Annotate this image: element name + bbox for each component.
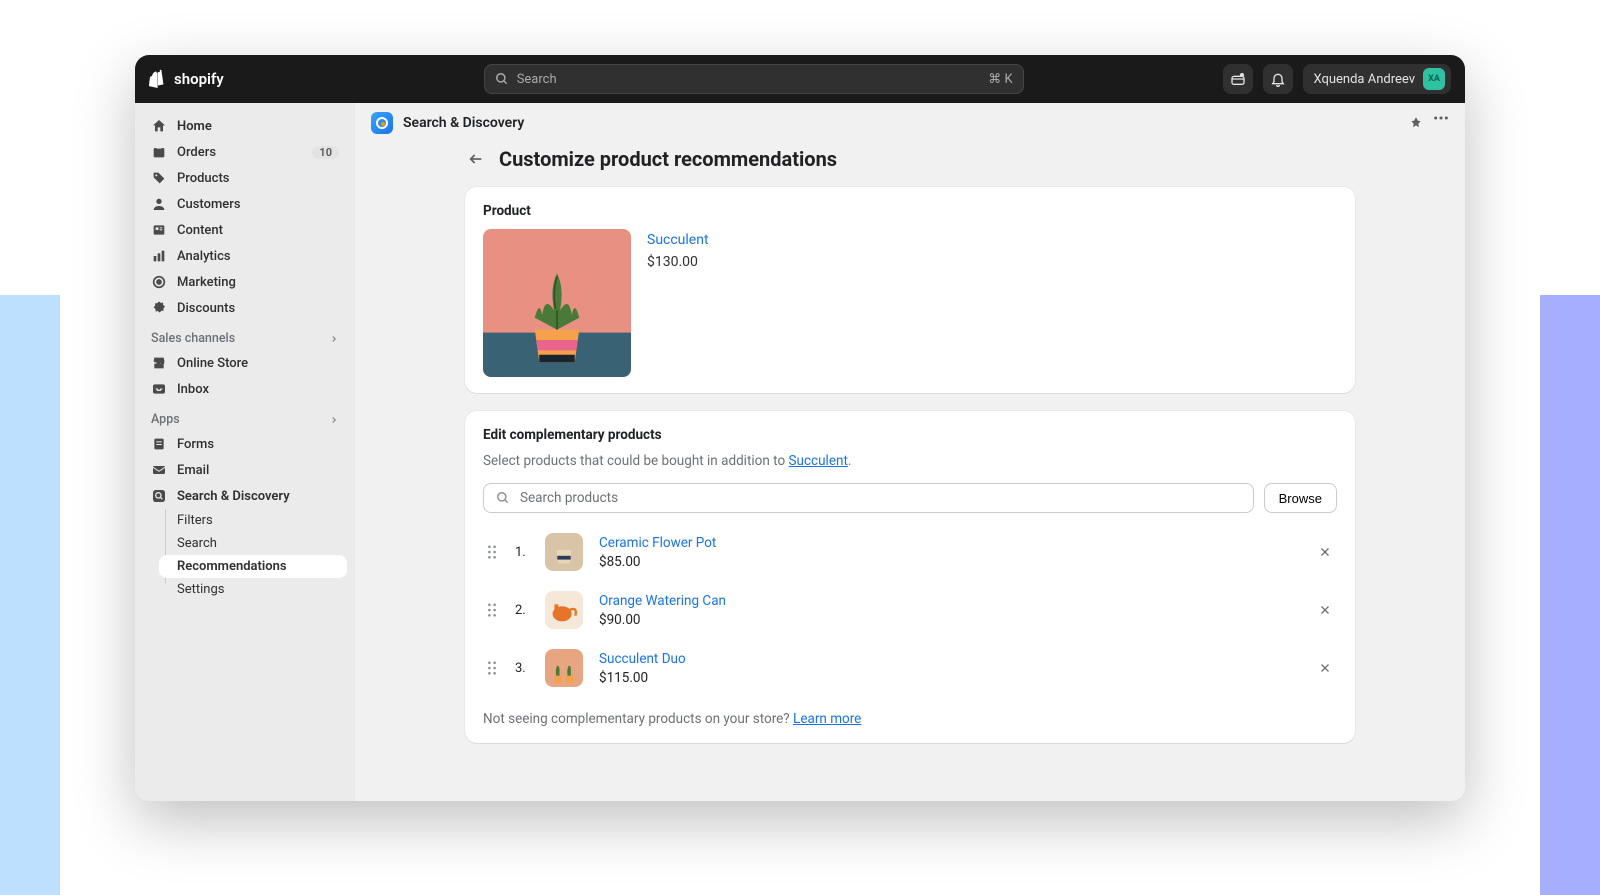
item-order: 3. [515,661,529,676]
nav-content[interactable]: Content [143,217,347,243]
nav-search-discovery[interactable]: Search & Discovery [143,483,347,509]
close-icon [1319,604,1331,616]
nav-online-store[interactable]: Online Store [143,350,347,376]
chevron-right-icon [329,415,339,425]
remove-button[interactable] [1317,660,1333,676]
nav-customers[interactable]: Customers [143,191,347,217]
item-link[interactable]: Ceramic Flower Pot [599,535,716,551]
remove-button[interactable] [1317,544,1333,560]
item-thumbnail [545,533,583,571]
complementary-heading: Edit complementary products [483,427,1337,443]
item-thumbnail [545,649,583,687]
complementary-item: 1. Ceramic Flower Pot $85.00 [483,523,1337,581]
user-name: Xquenda Andreev [1313,72,1415,87]
bell-icon[interactable] [1263,64,1293,94]
main-content: Search & Discovery Customize product rec… [355,103,1465,801]
drag-handle-icon[interactable] [487,661,499,675]
item-link[interactable]: Succulent Duo [599,651,686,667]
discount-icon [151,300,167,316]
product-image [483,229,631,377]
nav-email[interactable]: Email [143,457,347,483]
avatar: XA [1423,68,1445,90]
app-bar: Search & Discovery [355,103,1465,143]
drag-handle-icon[interactable] [487,603,499,617]
subnav-filters[interactable]: Filters [159,509,347,532]
complementary-item: 3. Succulent Duo $115.00 [483,639,1337,697]
forms-icon [151,436,167,452]
nav-discounts[interactable]: Discounts [143,295,347,321]
nav-orders[interactable]: Orders 10 [143,139,347,165]
close-icon [1319,546,1331,558]
complementary-card: Edit complementary products Select produ… [465,411,1355,743]
close-icon [1319,662,1331,674]
titlebar: shopify Search ⌘ K Xquenda Andreev XA [135,55,1465,103]
sales-channels-header[interactable]: Sales channels [143,321,347,350]
item-thumbnail [545,591,583,629]
page-title: Customize product recommendations [499,147,837,171]
more-icon[interactable] [1433,116,1449,120]
subnav-recommendations[interactable]: Recommendations [159,555,347,578]
item-order: 1. [515,545,529,560]
content-icon [151,222,167,238]
footer-note: Not seeing complementary products on you… [483,697,1337,727]
back-button[interactable] [465,148,487,170]
app-icon [371,112,393,134]
search-app-icon [151,488,167,504]
orders-icon [151,144,167,160]
inbox-icon [151,381,167,397]
app-window: shopify Search ⌘ K Xquenda Andreev XA [135,55,1465,801]
email-icon [151,462,167,478]
remove-button[interactable] [1317,602,1333,618]
item-price: $90.00 [599,612,726,628]
nav-products[interactable]: Products [143,165,347,191]
product-heading: Product [483,203,1337,219]
learn-more-link[interactable]: Learn more [793,711,861,727]
item-price: $115.00 [599,670,686,686]
complementary-item: 2. Orange Watering Can $90.00 [483,581,1337,639]
search-icon [496,491,510,505]
nav-inbox[interactable]: Inbox [143,376,347,402]
item-price: $85.00 [599,554,716,570]
subnav-settings[interactable]: Settings [159,578,347,601]
nav-home[interactable]: Home [143,113,347,139]
pin-icon[interactable] [1409,116,1423,130]
item-link[interactable]: Orange Watering Can [599,593,726,609]
product-card: Product Succulent $130.00 [465,187,1355,393]
arrow-left-icon [468,151,484,167]
chart-icon [151,248,167,264]
brand-name: shopify [174,70,224,88]
tag-icon [151,170,167,186]
user-menu[interactable]: Xquenda Andreev XA [1303,64,1451,94]
helper-text: Select products that could be bought in … [483,453,1337,469]
mailbox-icon[interactable] [1223,64,1253,94]
sidebar: Home Orders 10 Products Customers Conten… [135,103,355,801]
product-link[interactable]: Succulent [647,232,709,248]
home-icon [151,118,167,134]
global-search[interactable]: Search ⌘ K [484,64,1024,94]
orders-badge: 10 [312,146,339,159]
drag-handle-icon[interactable] [487,545,499,559]
nav-marketing[interactable]: Marketing [143,269,347,295]
app-title: Search & Discovery [403,115,524,131]
helper-product-link[interactable]: Succulent [789,453,848,469]
chevron-right-icon [329,334,339,344]
store-icon [151,355,167,371]
item-order: 2. [515,603,529,618]
person-icon [151,196,167,212]
browse-button[interactable]: Browse [1264,483,1337,513]
apps-header[interactable]: Apps [143,402,347,431]
product-search-input[interactable]: Search products [483,483,1254,513]
brand-logo[interactable]: shopify [149,69,224,89]
nav-analytics[interactable]: Analytics [143,243,347,269]
subnav-search[interactable]: Search [159,532,347,555]
search-placeholder: Search [517,72,557,87]
nav-forms[interactable]: Forms [143,431,347,457]
target-icon [151,274,167,290]
product-price: $130.00 [647,254,709,270]
search-shortcut: ⌘ K [988,72,1012,87]
